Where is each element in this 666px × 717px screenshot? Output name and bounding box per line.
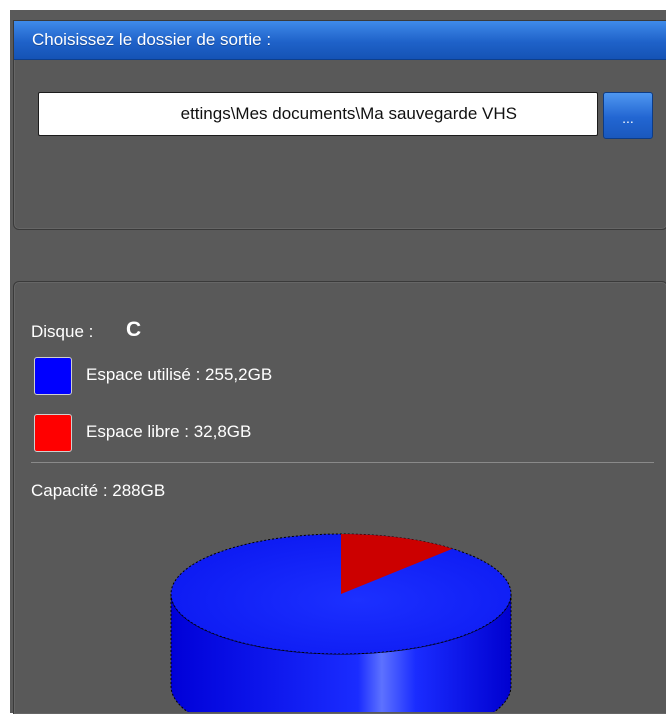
app-window: Choisissez le dossier de sortie : etting… — [10, 10, 666, 717]
used-space-swatch — [34, 357, 72, 395]
free-space-label: Espace libre : 32,8GB — [86, 422, 252, 441]
output-folder-title: Choisissez le dossier de sortie : — [32, 30, 272, 49]
output-path-input[interactable]: ettings\Mes documents\Ma sauvegarde VHS — [38, 92, 598, 136]
disk-label: Disque : — [31, 322, 94, 341]
output-path-value: ettings\Mes documents\Ma sauvegarde VHS — [180, 104, 517, 123]
disk-letter: C — [126, 318, 142, 341]
output-folder-panel: Choisissez le dossier de sortie : etting… — [13, 20, 666, 230]
pie-svg — [170, 533, 512, 717]
browse-button[interactable]: ... — [603, 92, 653, 139]
capacity-label: Capacité : 288GB — [31, 481, 166, 500]
output-folder-header: Choisissez le dossier de sortie : — [14, 21, 666, 60]
disk-pie-chart — [169, 532, 529, 717]
disk-info-panel: Disque : C Espace utilisé : 255,2GB Espa… — [13, 281, 666, 717]
free-space-swatch — [34, 414, 72, 452]
divider — [31, 462, 654, 463]
used-space-label: Espace utilisé : 255,2GB — [86, 365, 273, 384]
